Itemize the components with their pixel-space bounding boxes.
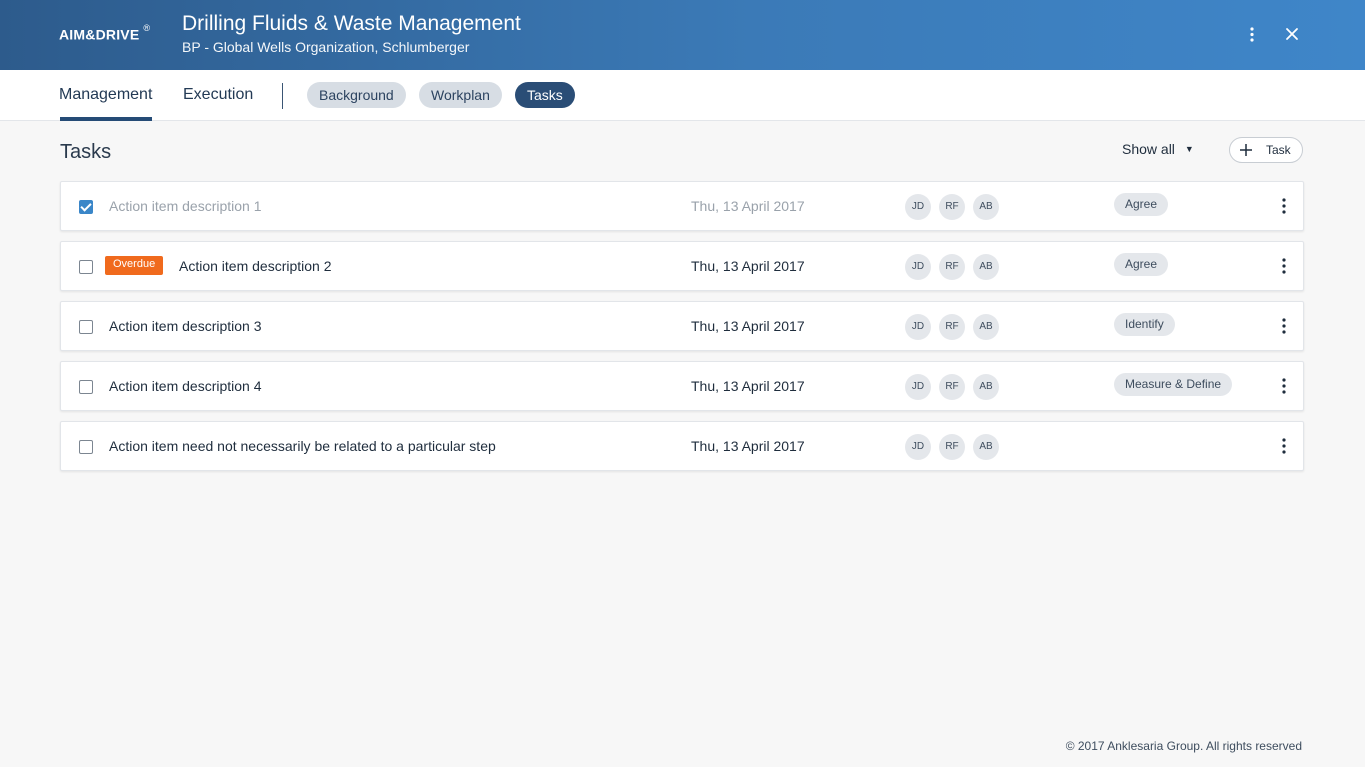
task-description: Action item description 1 [109, 198, 262, 214]
task-description: Action item description 4 [109, 378, 262, 394]
task-row[interactable]: Action item description 1 Thu, 13 April … [60, 181, 1304, 231]
pill-tasks[interactable]: Tasks [515, 82, 575, 108]
tab-execution[interactable]: Execution [183, 70, 253, 121]
brand-logo: AIM&DRIVE ® [59, 23, 151, 43]
more-vertical-icon[interactable] [1275, 316, 1293, 336]
more-vertical-icon[interactable] [1275, 376, 1293, 396]
avatar[interactable]: RF [939, 254, 965, 280]
task-date: Thu, 13 April 2017 [691, 198, 805, 214]
avatar[interactable]: AB [973, 434, 999, 460]
show-all-dropdown[interactable]: Show all ▼ [1122, 141, 1194, 157]
avatar[interactable]: RF [939, 434, 965, 460]
avatar[interactable]: AB [973, 254, 999, 280]
app-subtitle: BP - Global Wells Organization, Schlumbe… [182, 39, 470, 55]
avatar[interactable]: AB [973, 194, 999, 220]
task-row[interactable]: Action item description 3 Thu, 13 April … [60, 301, 1304, 351]
more-vertical-icon[interactable] [1242, 24, 1262, 46]
task-description: Action item description 2 [179, 258, 332, 274]
avatar[interactable]: JD [905, 314, 931, 340]
app-title: Drilling Fluids & Waste Management [182, 12, 521, 35]
task-checkbox[interactable] [79, 440, 93, 454]
page-title: Tasks [60, 141, 112, 163]
avatar[interactable]: JD [905, 254, 931, 280]
avatar[interactable]: AB [973, 314, 999, 340]
avatar[interactable]: RF [939, 374, 965, 400]
task-row[interactable]: Action item description 4 Thu, 13 April … [60, 361, 1304, 411]
avatar[interactable]: JD [905, 374, 931, 400]
task-description: Action item description 3 [109, 318, 262, 334]
plus-icon [1240, 142, 1252, 158]
task-row[interactable]: Action item need not necessarily be rela… [60, 421, 1304, 471]
footer-copyright: © 2017 Anklesaria Group. All rights rese… [1065, 739, 1302, 753]
app-header: AIM&DRIVE ® Drilling Fluids & Waste Manag… [0, 0, 1365, 70]
caret-down-icon: ▼ [1184, 144, 1194, 154]
task-date: Thu, 13 April 2017 [691, 258, 805, 274]
avatar[interactable]: RF [939, 314, 965, 340]
task-checkbox[interactable] [79, 380, 93, 394]
pill-background[interactable]: Background [307, 82, 406, 108]
nav-divider [282, 83, 283, 109]
task-checkbox[interactable] [79, 200, 93, 214]
task-checkbox[interactable] [79, 260, 93, 274]
brand-logo-text: AIM&DRIVE [59, 26, 140, 43]
task-checkbox[interactable] [79, 320, 93, 334]
nav-bar: Management Execution Background Workplan… [0, 70, 1365, 121]
task-description: Action item need not necessarily be rela… [109, 438, 496, 454]
add-task-label: Task [1266, 143, 1291, 157]
task-row[interactable]: Overdue Action item description 2 Thu, 1… [60, 241, 1304, 291]
show-all-label: Show all [1122, 141, 1175, 157]
avatar[interactable]: RF [939, 194, 965, 220]
task-date: Thu, 13 April 2017 [691, 378, 805, 394]
close-icon[interactable] [1282, 24, 1302, 46]
avatar[interactable]: JD [905, 194, 931, 220]
more-vertical-icon[interactable] [1275, 196, 1293, 216]
more-vertical-icon[interactable] [1275, 256, 1293, 276]
tab-management[interactable]: Management [59, 70, 153, 121]
avatar[interactable]: AB [973, 374, 999, 400]
registered-mark: ® [143, 23, 151, 33]
task-date: Thu, 13 April 2017 [691, 438, 805, 454]
add-task-button[interactable]: Task [1229, 137, 1303, 163]
step-badge[interactable]: Agree [1114, 193, 1169, 216]
step-badge[interactable]: Identify [1114, 313, 1175, 336]
step-badge[interactable]: Agree [1114, 253, 1169, 276]
avatar[interactable]: JD [905, 434, 931, 460]
step-badge[interactable]: Measure & Define [1114, 373, 1233, 396]
overdue-badge: Overdue [105, 256, 164, 275]
pill-workplan[interactable]: Workplan [419, 82, 502, 108]
task-date: Thu, 13 April 2017 [691, 318, 805, 334]
more-vertical-icon[interactable] [1275, 436, 1293, 456]
